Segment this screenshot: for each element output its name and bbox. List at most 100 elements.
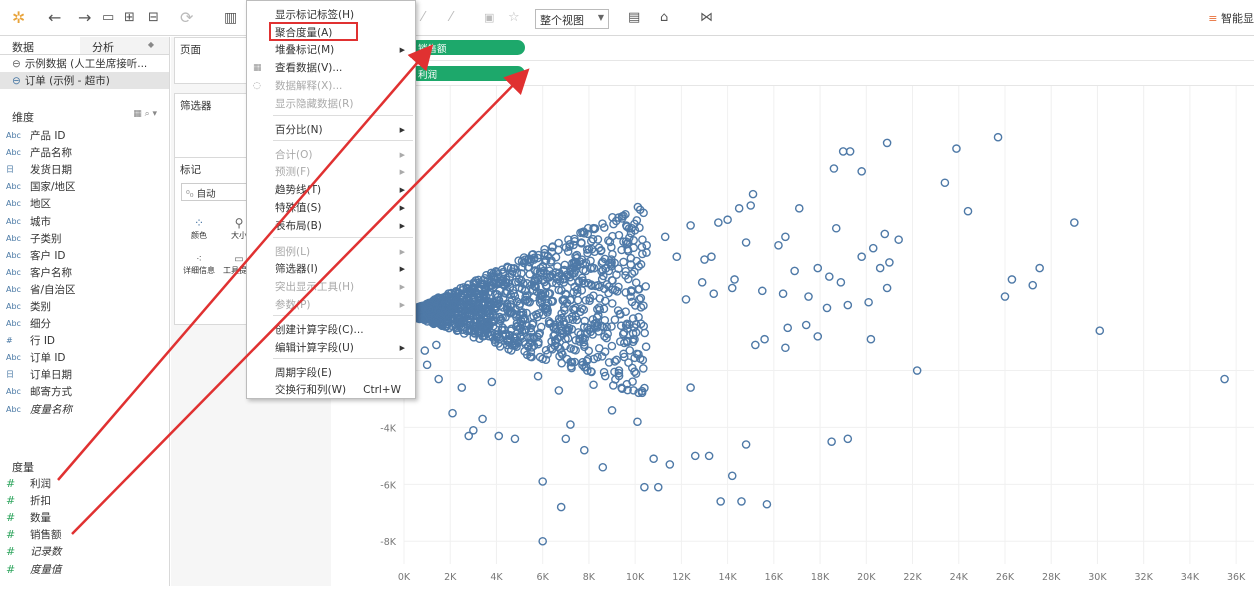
- search-icon[interactable]: ▦ ⌕ ▾: [133, 109, 157, 125]
- scatter-point[interactable]: [757, 286, 767, 296]
- scatter-point[interactable]: [588, 234, 598, 244]
- tab-analysis[interactable]: 分析 ◆: [80, 37, 160, 54]
- scatter-point[interactable]: [598, 462, 608, 472]
- scatter-point[interactable]: [885, 258, 894, 267]
- dimension-field[interactable]: Abc 客户 ID: [0, 247, 169, 264]
- scatter-point[interactable]: [649, 454, 658, 464]
- scatter-point[interactable]: [422, 360, 432, 370]
- rows-pill[interactable]: 利润: [410, 66, 525, 81]
- dimension-field[interactable]: # 行 ID: [0, 332, 169, 349]
- scatter-point[interactable]: [681, 295, 691, 304]
- scatter-point[interactable]: [794, 204, 804, 213]
- datasource-item[interactable]: ⊖ 示例数据 (人工坐席接听...: [0, 55, 169, 72]
- scatter-point[interactable]: [510, 434, 520, 444]
- scatter-point[interactable]: [434, 374, 443, 384]
- save-icon[interactable]: ▭: [102, 9, 114, 27]
- scatter-point[interactable]: [554, 238, 563, 248]
- scatter-point[interactable]: [825, 272, 834, 281]
- menu-item[interactable]: 堆叠标记(M) ▶: [247, 42, 415, 59]
- scatter-point[interactable]: [746, 201, 756, 210]
- scatter-point[interactable]: [781, 232, 790, 242]
- dimension-field[interactable]: Abc 细分: [0, 315, 169, 332]
- scatter-point[interactable]: [1070, 218, 1079, 227]
- scatter-point[interactable]: [487, 377, 497, 387]
- highlight-icon[interactable]: ⁄: [422, 9, 424, 27]
- tab-data[interactable]: 数据: [0, 37, 80, 54]
- scatter-point[interactable]: [612, 355, 621, 365]
- dimension-field[interactable]: Abc 子类别: [0, 230, 169, 247]
- dimension-field[interactable]: Abc 订单 ID: [0, 349, 169, 366]
- scatter-point[interactable]: [875, 263, 885, 273]
- menu-item[interactable]: 显示隐藏数据(R): [247, 96, 415, 113]
- dimension-field[interactable]: Abc 省/自治区: [0, 281, 169, 298]
- tab-menu-icon[interactable]: ◆: [148, 40, 154, 49]
- scatter-point[interactable]: [790, 266, 799, 276]
- scatter-point[interactable]: [880, 229, 890, 239]
- dimension-field[interactable]: 日 订单日期: [0, 366, 169, 383]
- pin-icon[interactable]: ☆: [508, 9, 520, 27]
- scatter-point[interactable]: [686, 383, 695, 392]
- new-datasource-icon[interactable]: ⊞: [124, 9, 135, 27]
- scatter-point[interactable]: [457, 383, 467, 392]
- scatter-point[interactable]: [619, 257, 628, 267]
- scatter-point[interactable]: [533, 371, 543, 381]
- scatter-point[interactable]: [940, 178, 950, 188]
- scatter-point[interactable]: [573, 295, 583, 305]
- detail-button[interactable]: ⁖ 详细信息: [179, 254, 219, 276]
- menu-item[interactable]: 周期字段(E): [247, 365, 415, 382]
- scatter-point[interactable]: [660, 232, 670, 242]
- dimension-field[interactable]: Abc 产品名称: [0, 144, 169, 161]
- scatter-point[interactable]: [1035, 263, 1044, 273]
- scatter-point[interactable]: [781, 343, 790, 353]
- scatter-point[interactable]: [641, 282, 651, 291]
- scatter-point[interactable]: [751, 340, 760, 350]
- scatter-point[interactable]: [831, 223, 841, 233]
- scatter-point[interactable]: [672, 252, 682, 262]
- dimension-field[interactable]: Abc 国家/地区: [0, 178, 169, 195]
- scatter-point[interactable]: [760, 334, 769, 344]
- scatter-point[interactable]: [420, 346, 430, 355]
- menu-item[interactable]: 查看数据(V)... ▦: [247, 60, 415, 77]
- label-icon[interactable]: ▣: [484, 9, 494, 27]
- dimension-field[interactable]: Abc 度量名称: [0, 401, 169, 418]
- refresh-icon[interactable]: ⟳: [180, 9, 193, 27]
- scatter-point[interactable]: [709, 289, 719, 299]
- menu-item[interactable]: 创建计算字段(C)...: [247, 322, 415, 339]
- measure-field[interactable]: # 度量值: [0, 560, 170, 577]
- scatter-point[interactable]: [894, 235, 903, 244]
- show-me-button[interactable]: ≡ 智能显: [1208, 10, 1254, 26]
- scatter-point[interactable]: [716, 497, 725, 506]
- menu-item[interactable]: 趋势线(T) ▶: [247, 182, 415, 199]
- scatter-point[interactable]: [866, 334, 876, 344]
- scatter-point[interactable]: [827, 437, 836, 446]
- scatter-point[interactable]: [697, 278, 707, 287]
- scatter-point[interactable]: [665, 460, 675, 469]
- measure-field[interactable]: # 记录数: [0, 543, 170, 560]
- measure-field[interactable]: # 利润: [0, 475, 170, 492]
- scatter-point[interactable]: [822, 303, 832, 313]
- scatter-point[interactable]: [857, 167, 866, 176]
- scatter-point[interactable]: [737, 497, 746, 506]
- presentation-icon[interactable]: ⌂: [660, 9, 668, 27]
- dimension-field[interactable]: Abc 类别: [0, 298, 169, 315]
- share-icon[interactable]: ⋈: [700, 9, 713, 27]
- scatter-point[interactable]: [700, 255, 709, 264]
- menu-item[interactable]: 数据解释(X)... ◌: [247, 78, 415, 95]
- scatter-point[interactable]: [707, 252, 716, 262]
- scatter-point[interactable]: [727, 471, 737, 481]
- scatter-point[interactable]: [801, 320, 811, 330]
- scatter-point[interactable]: [1220, 374, 1229, 384]
- scatter-point[interactable]: [857, 252, 866, 262]
- columns-pill[interactable]: 销售额: [410, 40, 525, 55]
- menu-item[interactable]: 参数(P) ▶: [247, 297, 415, 314]
- scatter-point[interactable]: [610, 367, 619, 377]
- scatter-point[interactable]: [845, 147, 855, 156]
- scatter-point[interactable]: [556, 502, 566, 512]
- scatter-point[interactable]: [432, 340, 441, 350]
- menu-item[interactable]: 编辑计算字段(U) ▶: [247, 340, 415, 357]
- dimension-field[interactable]: Abc 客户名称: [0, 264, 169, 281]
- menu-item[interactable]: 图例(L) ▶: [247, 244, 415, 261]
- scatter-point[interactable]: [748, 189, 758, 199]
- menu-item[interactable]: 突出显示工具(H) ▶: [247, 279, 415, 296]
- scatter-point[interactable]: [843, 300, 853, 310]
